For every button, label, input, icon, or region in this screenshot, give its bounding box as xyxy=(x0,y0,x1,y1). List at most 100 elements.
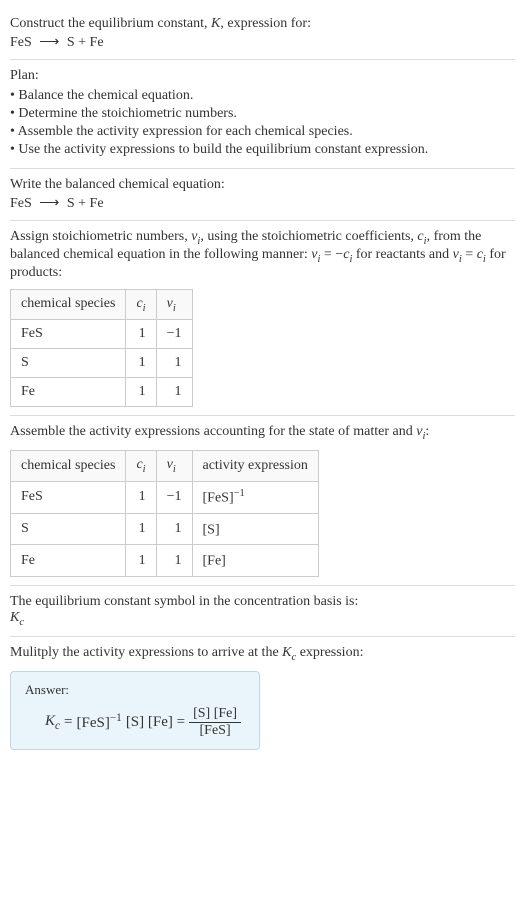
arrow-icon: ⟶ xyxy=(39,195,59,212)
table-row: S 1 1 [S] xyxy=(11,513,319,545)
intro-section: Construct the equilibrium constant, K, e… xyxy=(10,8,515,60)
nu-cell: 1 xyxy=(156,513,192,545)
eq-left: FeS xyxy=(10,196,32,211)
base: [FeS] xyxy=(76,715,109,731)
table-header-row: chemical species ci νi xyxy=(11,289,193,320)
text: Assemble the activity expressions accoun… xyxy=(10,424,416,439)
expr-sup: −1 xyxy=(234,488,245,499)
c-cell: 1 xyxy=(126,545,156,577)
expr-cell: [Fe] xyxy=(192,545,318,577)
kc: Kc xyxy=(45,713,60,732)
plan-item: Assemble the activity expression for eac… xyxy=(10,124,515,140)
expr-base: [FeS] xyxy=(203,491,234,506)
table-header: ci xyxy=(126,451,156,482)
c-cell: 1 xyxy=(126,481,156,513)
expr-cell: [FeS]−1 xyxy=(192,481,318,513)
species-cell: FeS xyxy=(11,481,126,513)
answer-label: Answer: xyxy=(25,682,245,698)
expr-base: [Fe] xyxy=(203,554,226,569)
c-cell: 1 xyxy=(126,349,156,378)
activity-table: chemical species ci νi activity expressi… xyxy=(10,450,319,577)
k-symbol: K xyxy=(10,610,19,625)
eq-right: S + Fe xyxy=(67,35,104,50)
eq-sign: = xyxy=(64,714,72,731)
nu-cell: 1 xyxy=(156,378,192,407)
table-header-row: chemical species ci νi activity expressi… xyxy=(11,451,319,482)
intro-prompt: Construct the equilibrium constant, K, e… xyxy=(10,16,515,32)
nu-cell: −1 xyxy=(156,320,192,349)
plan-label: Plan: xyxy=(10,68,515,84)
species-cell: S xyxy=(11,349,126,378)
table-header: νi xyxy=(156,289,192,320)
term2: [S] [Fe] = xyxy=(126,714,185,731)
plan-item: Determine the stoichiometric numbers. xyxy=(10,106,515,122)
intro-equation: FeS ⟶ S + Fe xyxy=(10,34,515,51)
prompt-text: Construct the equilibrium constant, xyxy=(10,16,211,31)
basis-text: The equilibrium constant symbol in the c… xyxy=(10,594,515,610)
table-header: chemical species xyxy=(11,289,126,320)
balanced-text: Write the balanced chemical equation: xyxy=(10,177,515,193)
text: Mulitply the activity expressions to arr… xyxy=(10,645,282,660)
numerator: [S] [Fe] xyxy=(189,706,241,723)
text: Assign stoichiometric numbers, xyxy=(10,229,191,244)
table-header: νi xyxy=(156,451,192,482)
balanced-equation: FeS ⟶ S + Fe xyxy=(10,195,515,212)
species-cell: Fe xyxy=(11,378,126,407)
nu-cell: 1 xyxy=(156,545,192,577)
arrow-icon: ⟶ xyxy=(39,34,59,51)
basis-symbol: Kc xyxy=(10,610,515,628)
sub: i xyxy=(143,302,146,313)
text: , using the stoichiometric coefficients, xyxy=(200,229,417,244)
colon: : xyxy=(425,424,429,439)
eq-left: FeS xyxy=(10,35,32,50)
term1: [FeS]−1 xyxy=(76,712,121,732)
activity-section: Assemble the activity expressions accoun… xyxy=(10,416,515,586)
sub-c: c xyxy=(19,617,24,628)
table-row: Fe 1 1 xyxy=(11,378,193,407)
sub: i xyxy=(173,464,176,475)
expr-cell: [S] xyxy=(192,513,318,545)
sub: i xyxy=(173,302,176,313)
k: K xyxy=(282,645,291,660)
sub-c: c xyxy=(55,720,60,732)
c-cell: 1 xyxy=(126,378,156,407)
stoich-table: chemical species ci νi FeS 1 −1 S 1 1 Fe… xyxy=(10,289,193,408)
species-cell: FeS xyxy=(11,320,126,349)
expr-base: [S] xyxy=(203,522,220,537)
balanced-section: Write the balanced chemical equation: Fe… xyxy=(10,169,515,221)
eq-mid: = xyxy=(462,247,477,262)
table-row: S 1 1 xyxy=(11,349,193,378)
table-row: FeS 1 −1 xyxy=(11,320,193,349)
plan-section: Plan: Balance the chemical equation. Det… xyxy=(10,60,515,169)
denominator: [FeS] xyxy=(196,723,235,739)
nu-cell: 1 xyxy=(156,349,192,378)
species-cell: Fe xyxy=(11,545,126,577)
sub: i xyxy=(143,464,146,475)
text: for reactants and xyxy=(352,247,452,262)
text: expression: xyxy=(296,645,363,660)
table-header: chemical species xyxy=(11,451,126,482)
c-cell: 1 xyxy=(126,513,156,545)
stoich-section: Assign stoichiometric numbers, νi , using… xyxy=(10,221,515,416)
plan-item: Balance the chemical equation. xyxy=(10,88,515,104)
k: K xyxy=(45,713,55,729)
activity-text: Assemble the activity expressions accoun… xyxy=(10,424,515,442)
k-symbol: K xyxy=(211,16,220,31)
basis-section: The equilibrium constant symbol in the c… xyxy=(10,586,515,637)
table-row: FeS 1 −1 [FeS]−1 xyxy=(11,481,319,513)
multiply-section: Mulitply the activity expressions to arr… xyxy=(10,637,515,758)
nu-cell: −1 xyxy=(156,481,192,513)
table-header: activity expression xyxy=(192,451,318,482)
multiply-text: Mulitply the activity expressions to arr… xyxy=(10,645,515,663)
c-cell: 1 xyxy=(126,320,156,349)
eq-mid: = − xyxy=(320,247,343,262)
plan-list: Balance the chemical equation. Determine… xyxy=(10,88,515,158)
stoich-text: Assign stoichiometric numbers, νi, using… xyxy=(10,229,515,281)
fraction: [S] [Fe] [FeS] xyxy=(189,706,241,739)
sup: −1 xyxy=(110,712,122,724)
eq-right: S + Fe xyxy=(67,196,104,211)
species-cell: S xyxy=(11,513,126,545)
answer-formula: Kc = [FeS]−1 [S] [Fe] = [S] [Fe] [FeS] xyxy=(25,706,245,739)
answer-box: Answer: Kc = [FeS]−1 [S] [Fe] = [S] [Fe]… xyxy=(10,671,260,750)
table-header: ci xyxy=(126,289,156,320)
